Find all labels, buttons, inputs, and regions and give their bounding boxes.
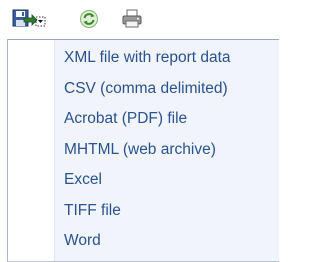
print-button[interactable]: [120, 9, 144, 34]
export-disk-icon: [12, 9, 46, 34]
menu-item-pdf[interactable]: Acrobat (PDF) file: [55, 104, 279, 135]
report-toolbar: [0, 0, 279, 40]
menu-item-tiff[interactable]: TIFF file: [55, 196, 279, 227]
menu-icon-gutter: [8, 40, 54, 261]
export-button[interactable]: [11, 9, 47, 34]
menu-item-csv[interactable]: CSV (comma delimited): [55, 74, 279, 105]
refresh-button[interactable]: [78, 9, 100, 34]
menu-item-mhtml[interactable]: MHTML (web archive): [55, 135, 279, 166]
export-format-list: XML file with report data CSV (comma del…: [55, 43, 279, 257]
printer-icon: [121, 9, 143, 34]
menu-item-xml[interactable]: XML file with report data: [55, 43, 279, 74]
menu-item-excel[interactable]: Excel: [55, 165, 279, 196]
menu-item-word[interactable]: Word: [55, 226, 279, 257]
refresh-icon: [79, 9, 99, 34]
export-format-menu: XML file with report data CSV (comma del…: [7, 39, 279, 262]
